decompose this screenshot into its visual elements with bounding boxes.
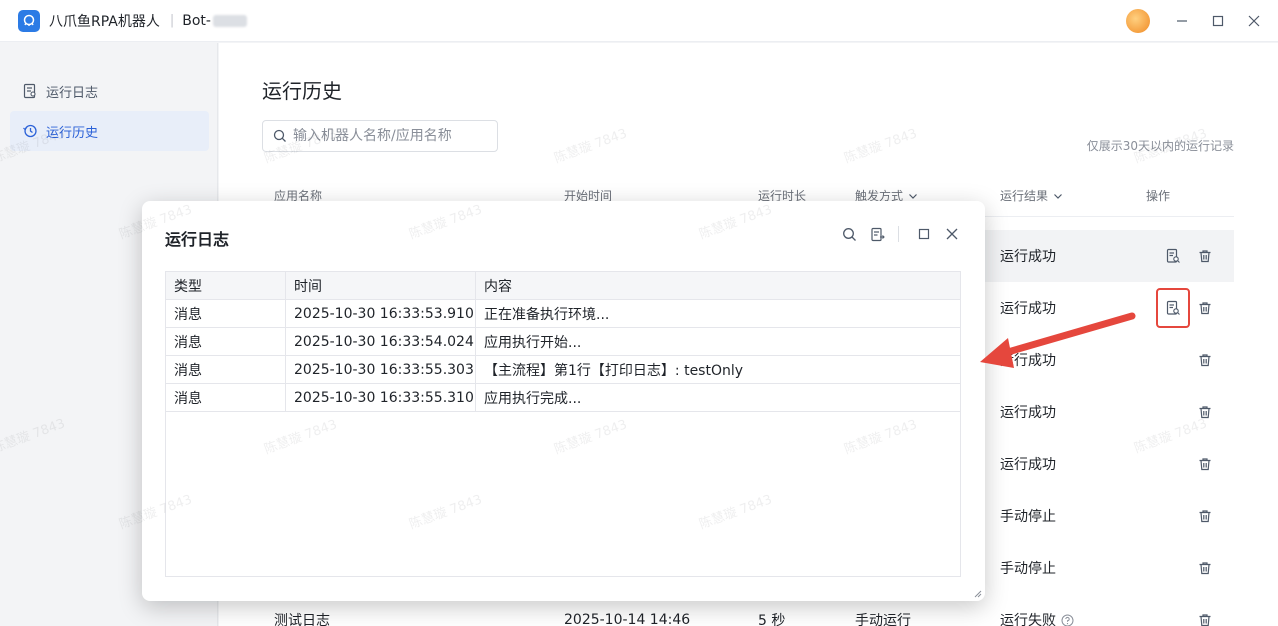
log-type: 消息 [166, 300, 286, 327]
chevron-down-icon [1054, 193, 1062, 199]
history-icon [23, 124, 37, 138]
search-input[interactable] [293, 128, 483, 144]
close-dialog-button[interactable] [941, 223, 963, 245]
maximize-dialog-button[interactable] [913, 223, 935, 245]
trash-icon [1199, 354, 1211, 367]
avatar[interactable] [1126, 8, 1150, 33]
log-row[interactable]: 消息 2025-10-30 16:33:55.303 【主流程】第1行【打印日志… [166, 356, 960, 384]
log-content: 【主流程】第1行【打印日志】: testOnly [484, 362, 744, 379]
row-result: 运行失败 [1000, 594, 1074, 626]
resize-handle-icon[interactable] [974, 590, 982, 598]
document-icon [23, 83, 36, 99]
row-result: 运行成功 [1000, 301, 1056, 317]
row-result: 手动停止 [1000, 561, 1056, 577]
retention-hint: 仅展示30天以内的运行记录 [1086, 139, 1234, 153]
row-result: 运行成功 [1000, 353, 1056, 369]
help-icon[interactable] [1061, 614, 1074, 626]
delete-button[interactable] [1193, 296, 1217, 320]
column-result-label: 运行结果 [1000, 189, 1049, 203]
sidebar-item-label: 运行历史 [46, 125, 99, 141]
search-icon [842, 227, 856, 241]
log-type: 消息 [166, 384, 286, 411]
trash-icon [1199, 562, 1211, 575]
log-content: 正在准备执行环境... [484, 306, 610, 323]
minimize-button[interactable] [1164, 0, 1200, 42]
delete-button[interactable] [1193, 400, 1217, 424]
sidebar-item-run-history[interactable]: 运行历史 [10, 111, 209, 151]
close-window-button[interactable] [1236, 0, 1272, 42]
bot-name-redacted [212, 14, 247, 27]
watermark: 陈慧璇 7843 [407, 202, 485, 243]
log-table: 类型 时间 内容 消息 2025-10-30 16:33:53.910 正在准备… [165, 271, 961, 577]
row-result-text: 运行失败 [1000, 613, 1056, 626]
delete-button[interactable] [1193, 348, 1217, 372]
toolbar-divider [898, 226, 899, 242]
title-separator: | [169, 13, 175, 28]
log-column-time: 时间 [286, 272, 476, 299]
close-icon [946, 228, 958, 240]
close-icon [1248, 15, 1260, 26]
log-content: 应用执行开始... [484, 334, 582, 351]
row-result: 运行成功 [1000, 457, 1056, 473]
app-name: 八爪鱼RPA机器人 [49, 13, 160, 30]
view-log-button[interactable] [1161, 244, 1185, 268]
column-result-filter[interactable]: 运行结果 [1000, 187, 1063, 204]
delete-button[interactable] [1193, 504, 1217, 528]
maximize-button[interactable] [1200, 0, 1236, 42]
dialog-title: 运行日志 [165, 230, 230, 249]
chevron-down-icon [909, 193, 917, 199]
minimize-icon [1177, 19, 1187, 22]
trash-icon [1199, 406, 1211, 419]
trash-icon [1199, 614, 1211, 626]
log-row[interactable]: 消息 2025-10-30 16:33:54.024 应用执行开始... [166, 328, 960, 356]
log-type: 消息 [166, 356, 286, 383]
column-ops: 操作 [1146, 189, 1171, 203]
trash-icon [1199, 302, 1211, 315]
log-time: 2025-10-30 16:33:55.303 [286, 356, 476, 383]
delete-button[interactable] [1193, 244, 1217, 268]
trash-icon [1199, 250, 1211, 263]
app-logo-icon [18, 9, 40, 32]
delete-button[interactable] [1193, 452, 1217, 476]
log-detail-icon [1166, 248, 1180, 263]
search-log-button[interactable] [838, 223, 860, 245]
log-column-type: 类型 [166, 272, 286, 299]
row-result: 运行成功 [1000, 249, 1056, 265]
log-time: 2025-10-30 16:33:53.910 [286, 300, 476, 327]
delete-button[interactable] [1193, 608, 1217, 626]
export-log-button[interactable] [866, 223, 888, 245]
trash-icon [1199, 510, 1211, 523]
view-log-button[interactable] [1156, 288, 1190, 328]
maximize-icon [1212, 15, 1224, 26]
log-time: 2025-10-30 16:33:54.024 [286, 328, 476, 355]
row-result: 手动停止 [1000, 509, 1056, 525]
log-time: 2025-10-30 16:33:55.310 [286, 384, 476, 411]
sidebar-item-run-log[interactable]: 运行日志 [10, 71, 209, 111]
maximize-icon [918, 228, 930, 240]
log-type: 消息 [166, 328, 286, 355]
row-result: 运行成功 [1000, 405, 1056, 421]
title-bar: 八爪鱼RPA机器人 | Bot- [0, 0, 1278, 42]
log-table-header: 类型 时间 内容 [166, 272, 960, 300]
run-log-dialog: 运行日志 类型 时间 内容 消息 2025-10-30 16:33:53.910… [117, 201, 985, 601]
export-document-icon [870, 227, 885, 241]
bot-name-prefix: Bot- [182, 12, 211, 29]
watermark: 陈慧璇 7843 [697, 202, 775, 243]
delete-button[interactable] [1193, 556, 1217, 580]
log-row[interactable]: 消息 2025-10-30 16:33:55.310 应用执行完成... [166, 384, 960, 412]
page-title: 运行历史 [262, 79, 342, 103]
log-row[interactable]: 消息 2025-10-30 16:33:53.910 正在准备执行环境... [166, 300, 960, 328]
search-icon [273, 129, 286, 142]
log-detail-icon [1166, 300, 1180, 315]
sidebar-item-label: 运行日志 [46, 85, 99, 101]
search-box[interactable] [262, 120, 498, 152]
bot-name: Bot- [182, 13, 247, 29]
log-column-content: 内容 [484, 278, 512, 295]
log-content: 应用执行完成... [484, 390, 582, 407]
trash-icon [1199, 458, 1211, 471]
